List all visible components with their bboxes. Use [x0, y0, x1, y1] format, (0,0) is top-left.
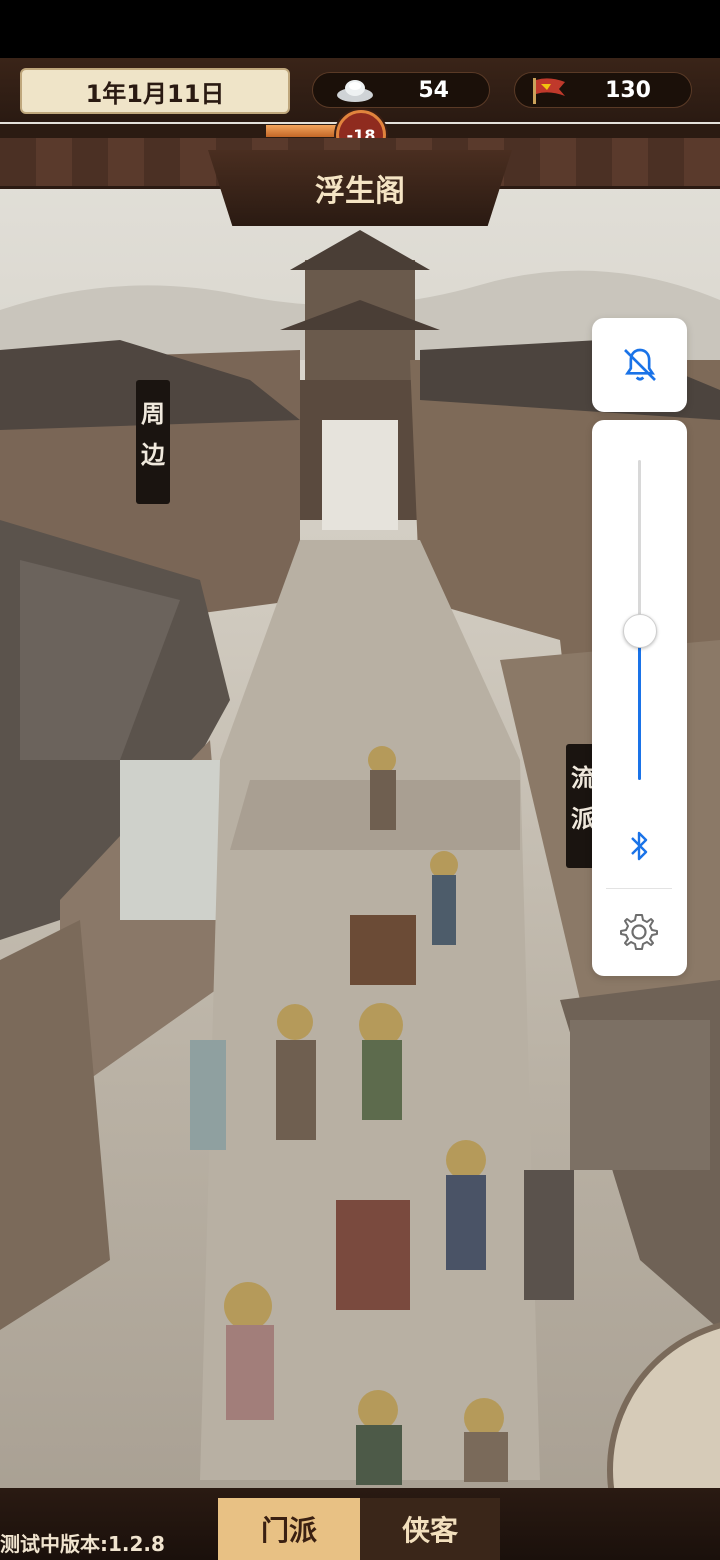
status-bar — [0, 0, 720, 58]
banner-value: 130 — [605, 77, 651, 103]
volume-slider-fill — [638, 629, 641, 780]
location-title: 浮生阁 — [315, 174, 405, 209]
gear-icon[interactable] — [619, 912, 659, 952]
silver-counter[interactable]: 54 — [312, 72, 490, 108]
volume-slider-thumb[interactable] — [623, 613, 657, 648]
bell-off-icon — [623, 348, 656, 381]
side-tag-zhoubian[interactable]: 周 边 — [136, 380, 170, 504]
silver-ingot-icon — [337, 80, 373, 102]
mute-toggle-button[interactable] — [592, 318, 687, 412]
banner-flag-icon — [533, 78, 565, 104]
side-tag-char: 周 — [141, 400, 165, 428]
version-label: 测试中版本:1.2.8 — [0, 1532, 165, 1556]
banner-counter[interactable]: 130 — [514, 72, 692, 108]
system-quick-panel — [592, 420, 687, 976]
silver-value: 54 — [418, 77, 449, 103]
tab-heroes[interactable]: 侠客 — [360, 1498, 500, 1560]
game-date: 1年1月11日 — [20, 68, 290, 114]
panel-divider — [606, 888, 672, 889]
tab-sect[interactable]: 门派 — [218, 1498, 360, 1560]
bluetooth-icon[interactable] — [624, 826, 654, 866]
location-plaque: 浮生阁 — [208, 150, 512, 226]
side-tag-char: 边 — [141, 441, 165, 469]
progress-fill — [266, 125, 344, 137]
